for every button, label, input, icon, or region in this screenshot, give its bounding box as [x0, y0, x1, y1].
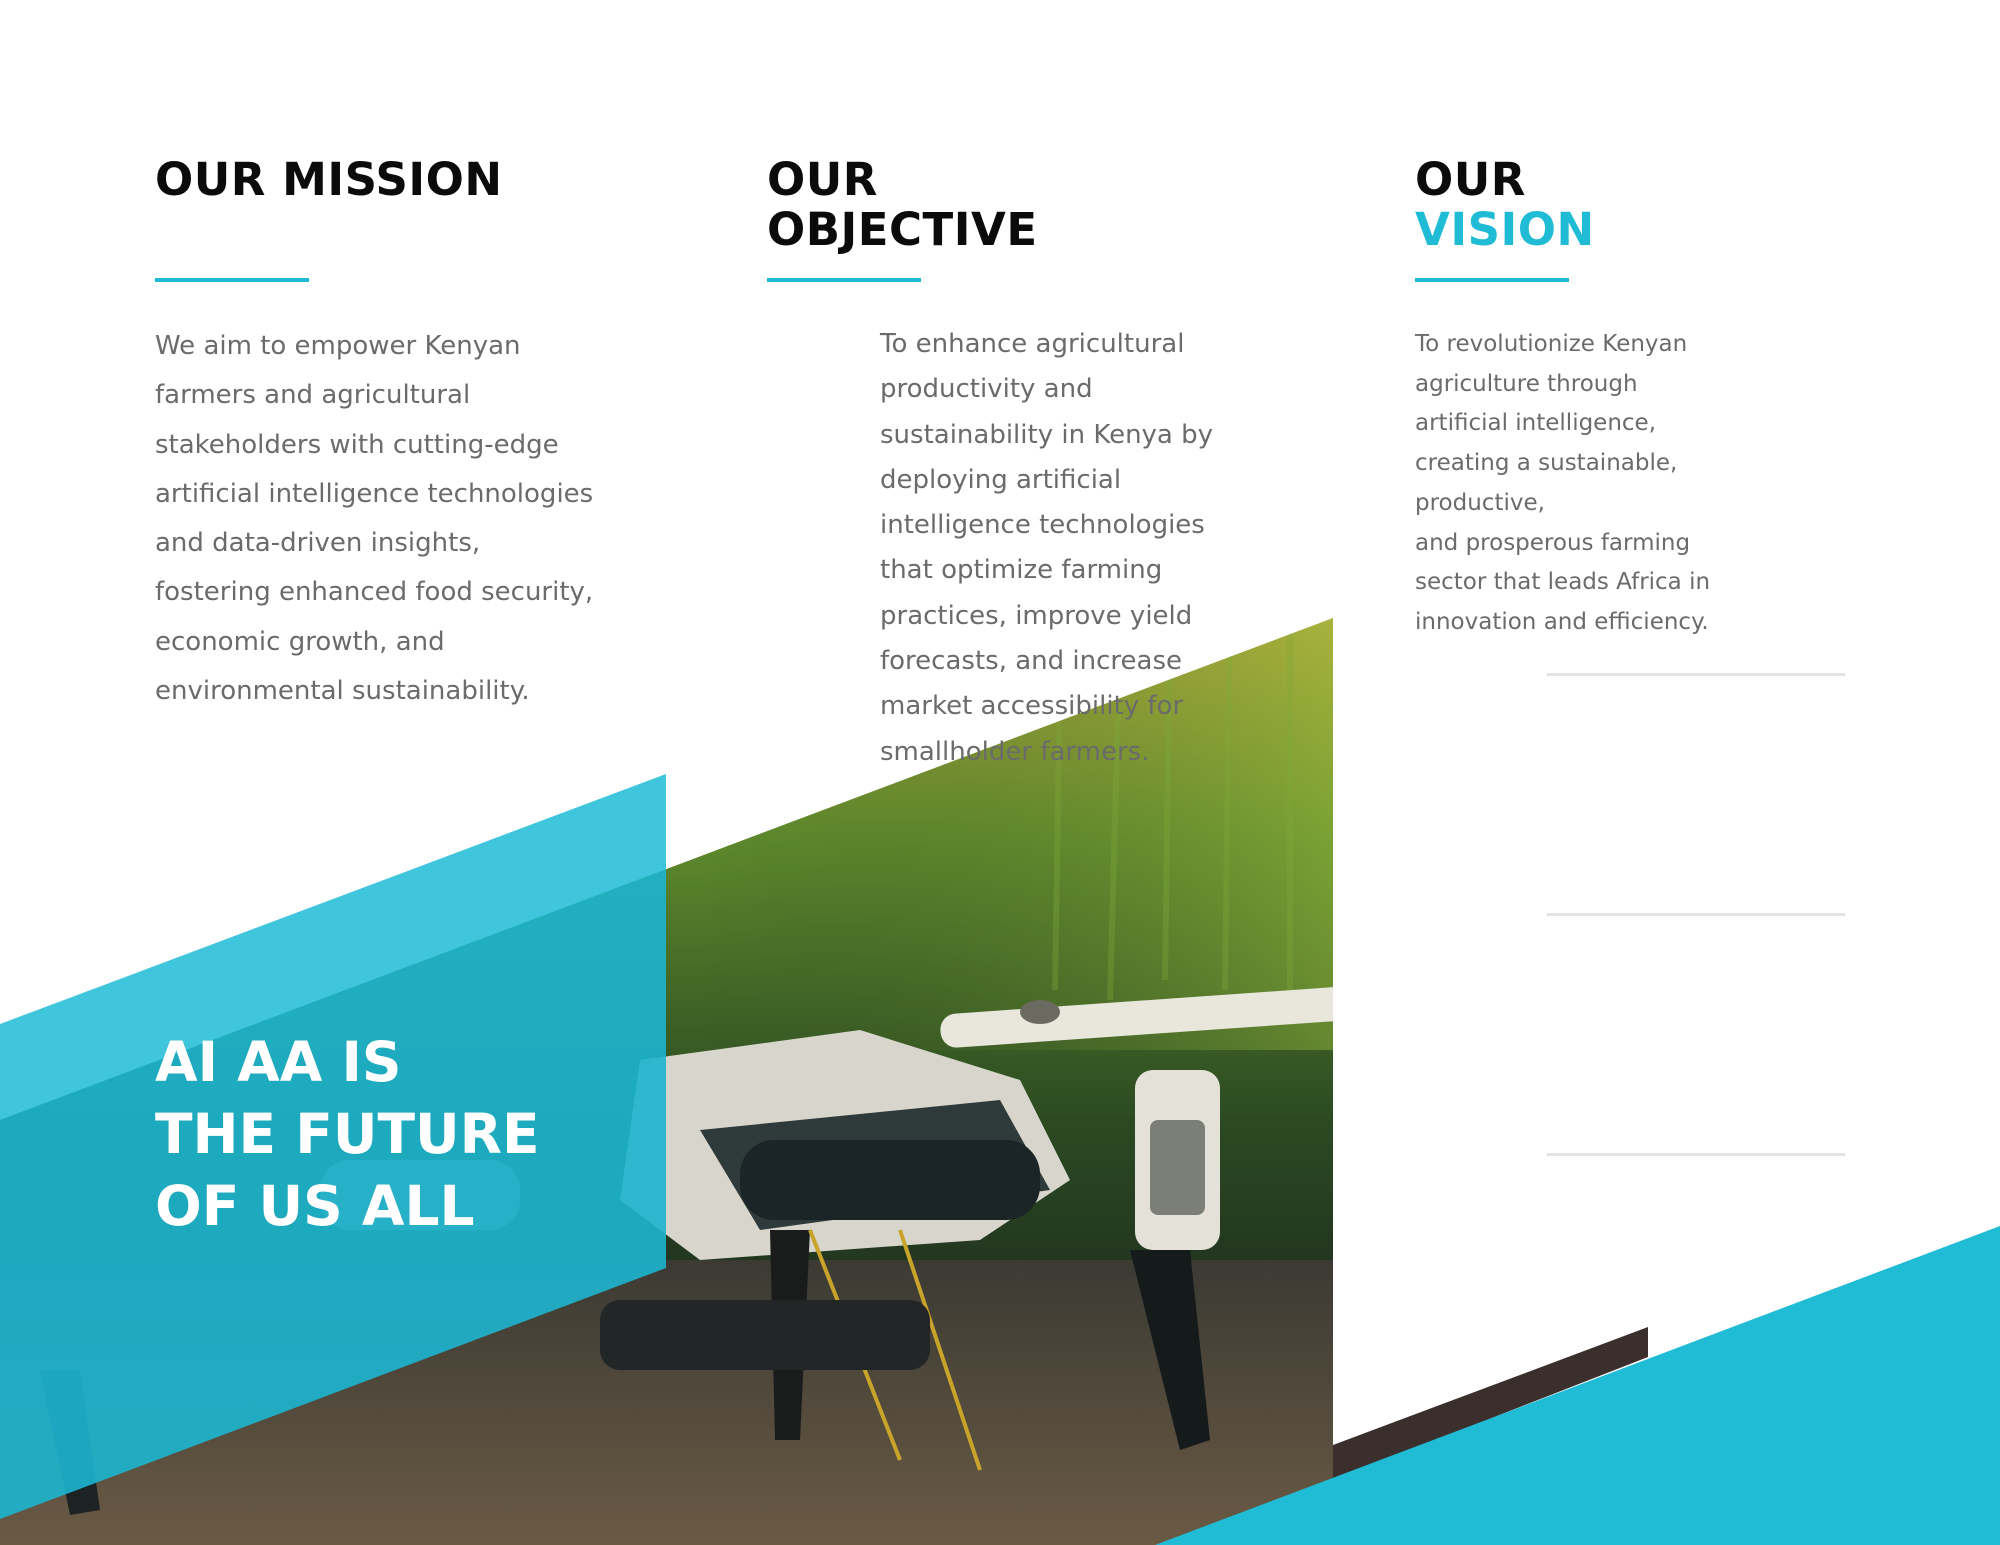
hero-line: AI AA IS [155, 1030, 402, 1094]
divider-line [1547, 1153, 1845, 1156]
divider-line [1547, 913, 1845, 916]
brochure-page: OUR MISSION We aim to empower Kenyan far… [0, 0, 2000, 1545]
hero-tagline: AI AA IS THE FUTURE OF US ALL [155, 1026, 540, 1242]
hero-line: OF US ALL [155, 1174, 475, 1238]
objective-heading: OUR OBJECTIVE [767, 155, 1038, 255]
mission-heading: OUR MISSION [155, 153, 503, 206]
vision-text-line: innovation and efficiency. [1415, 608, 1709, 635]
hero-line: THE FUTURE [155, 1102, 540, 1166]
objective-text: To enhance agricultural productivity and… [880, 329, 1214, 767]
vision-heading-line1: OUR [1415, 153, 1526, 206]
vision-text-line: agriculture through [1415, 370, 1638, 397]
mission-text: We aim to empower Kenyan farmers and agr… [155, 331, 594, 707]
vision-heading: OUR VISION [1415, 155, 1595, 255]
vision-text: To revolutionize Kenyan agriculture thro… [1415, 325, 1735, 643]
vision-text-line: artificial intelligence, [1415, 410, 1657, 437]
mission-accent-rule [155, 278, 309, 282]
vision-text-line: To revolutionize Kenyan [1415, 331, 1688, 357]
vision-text-line: creating a sustainable, [1415, 450, 1678, 477]
objective-heading-line2: OBJECTIVE [767, 203, 1038, 256]
objective-accent-rule [767, 278, 921, 282]
vision-text-line: and prosperous farming [1415, 529, 1691, 556]
vision-text-line: productive, [1415, 489, 1545, 516]
objective-heading-line1: OUR [767, 153, 878, 206]
divider-line [1547, 673, 1845, 676]
vision-text-line: sector that leads Africa in [1415, 569, 1711, 596]
vision-accent-rule [1415, 278, 1569, 282]
vision-heading-line2: VISION [1415, 203, 1595, 256]
